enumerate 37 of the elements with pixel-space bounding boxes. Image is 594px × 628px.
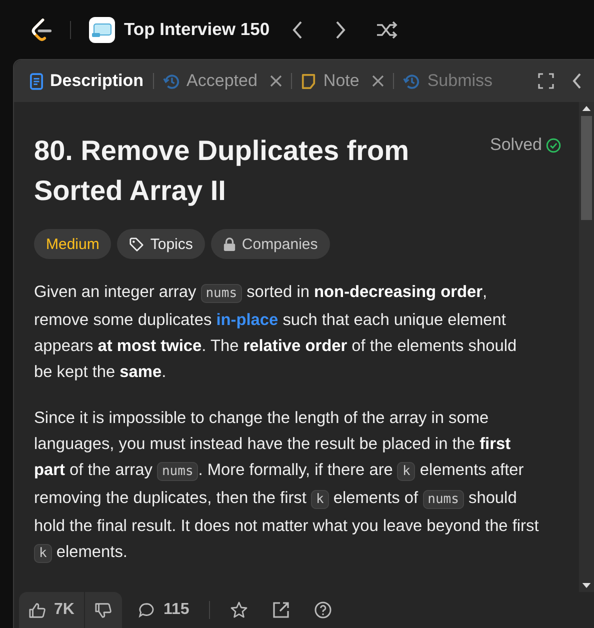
- fullscreen-icon[interactable]: [538, 73, 554, 89]
- comments-button[interactable]: 115: [138, 601, 190, 619]
- close-icon[interactable]: [270, 75, 282, 87]
- thumbs-up-icon: [29, 602, 46, 618]
- status-label: Solved: [490, 135, 542, 155]
- tab[interactable]: Description: [30, 71, 144, 91]
- study-plan-title[interactable]: Top Interview 150: [124, 19, 270, 40]
- description-paragraph: Since it is impossible to change the length of the array in some languages, you must instead have the result be placed in the first part of the array nums . More formally, if there are k elements after removing the duplicates, then the first k elements of nums should hold the final result. It does not matter what you leave beyond the first k elements.: [34, 408, 539, 565]
- note-icon: [301, 74, 316, 88]
- close-icon[interactable]: [372, 75, 384, 87]
- next-icon[interactable]: [334, 20, 346, 40]
- thumbs-down-icon: [95, 602, 112, 618]
- problem-title: 80. Remove Duplicates from Sorted Array II: [34, 134, 410, 208]
- scrollbar-thumb[interactable]: [581, 116, 592, 220]
- logo-icon[interactable]: [30, 16, 52, 42]
- comment-icon: [138, 602, 156, 618]
- tag-chip[interactable]: Companies: [210, 229, 330, 259]
- previous-icon[interactable]: [292, 20, 304, 40]
- history-icon: [162, 72, 180, 90]
- document-icon: [30, 72, 43, 90]
- collapse-icon[interactable]: [572, 72, 582, 90]
- tag-chip[interactable]: Medium: [34, 229, 112, 259]
- tab[interactable]: Accepted: [162, 71, 282, 91]
- lock-icon: [222, 236, 236, 252]
- history-icon: [403, 72, 420, 90]
- link[interactable]: in-place: [216, 311, 278, 329]
- tag-icon: [129, 236, 144, 252]
- share-icon[interactable]: [272, 601, 290, 619]
- description-paragraph: Given an integer array nums sorted in non-decreasing order, remove some duplicates in-place such that each unique element appears at most twice. The relative order of the elements should be kept the same.: [34, 282, 518, 383]
- help-icon[interactable]: [314, 601, 332, 619]
- study-plan-icon: [89, 16, 115, 42]
- tag-chip[interactable]: Topics: [117, 229, 205, 259]
- star-icon[interactable]: [230, 601, 248, 619]
- tab[interactable]: Note: [301, 71, 384, 91]
- scroll-down-icon[interactable]: [582, 583, 591, 588]
- scroll-up-icon[interactable]: [582, 106, 591, 111]
- shuffle-icon[interactable]: [376, 20, 398, 38]
